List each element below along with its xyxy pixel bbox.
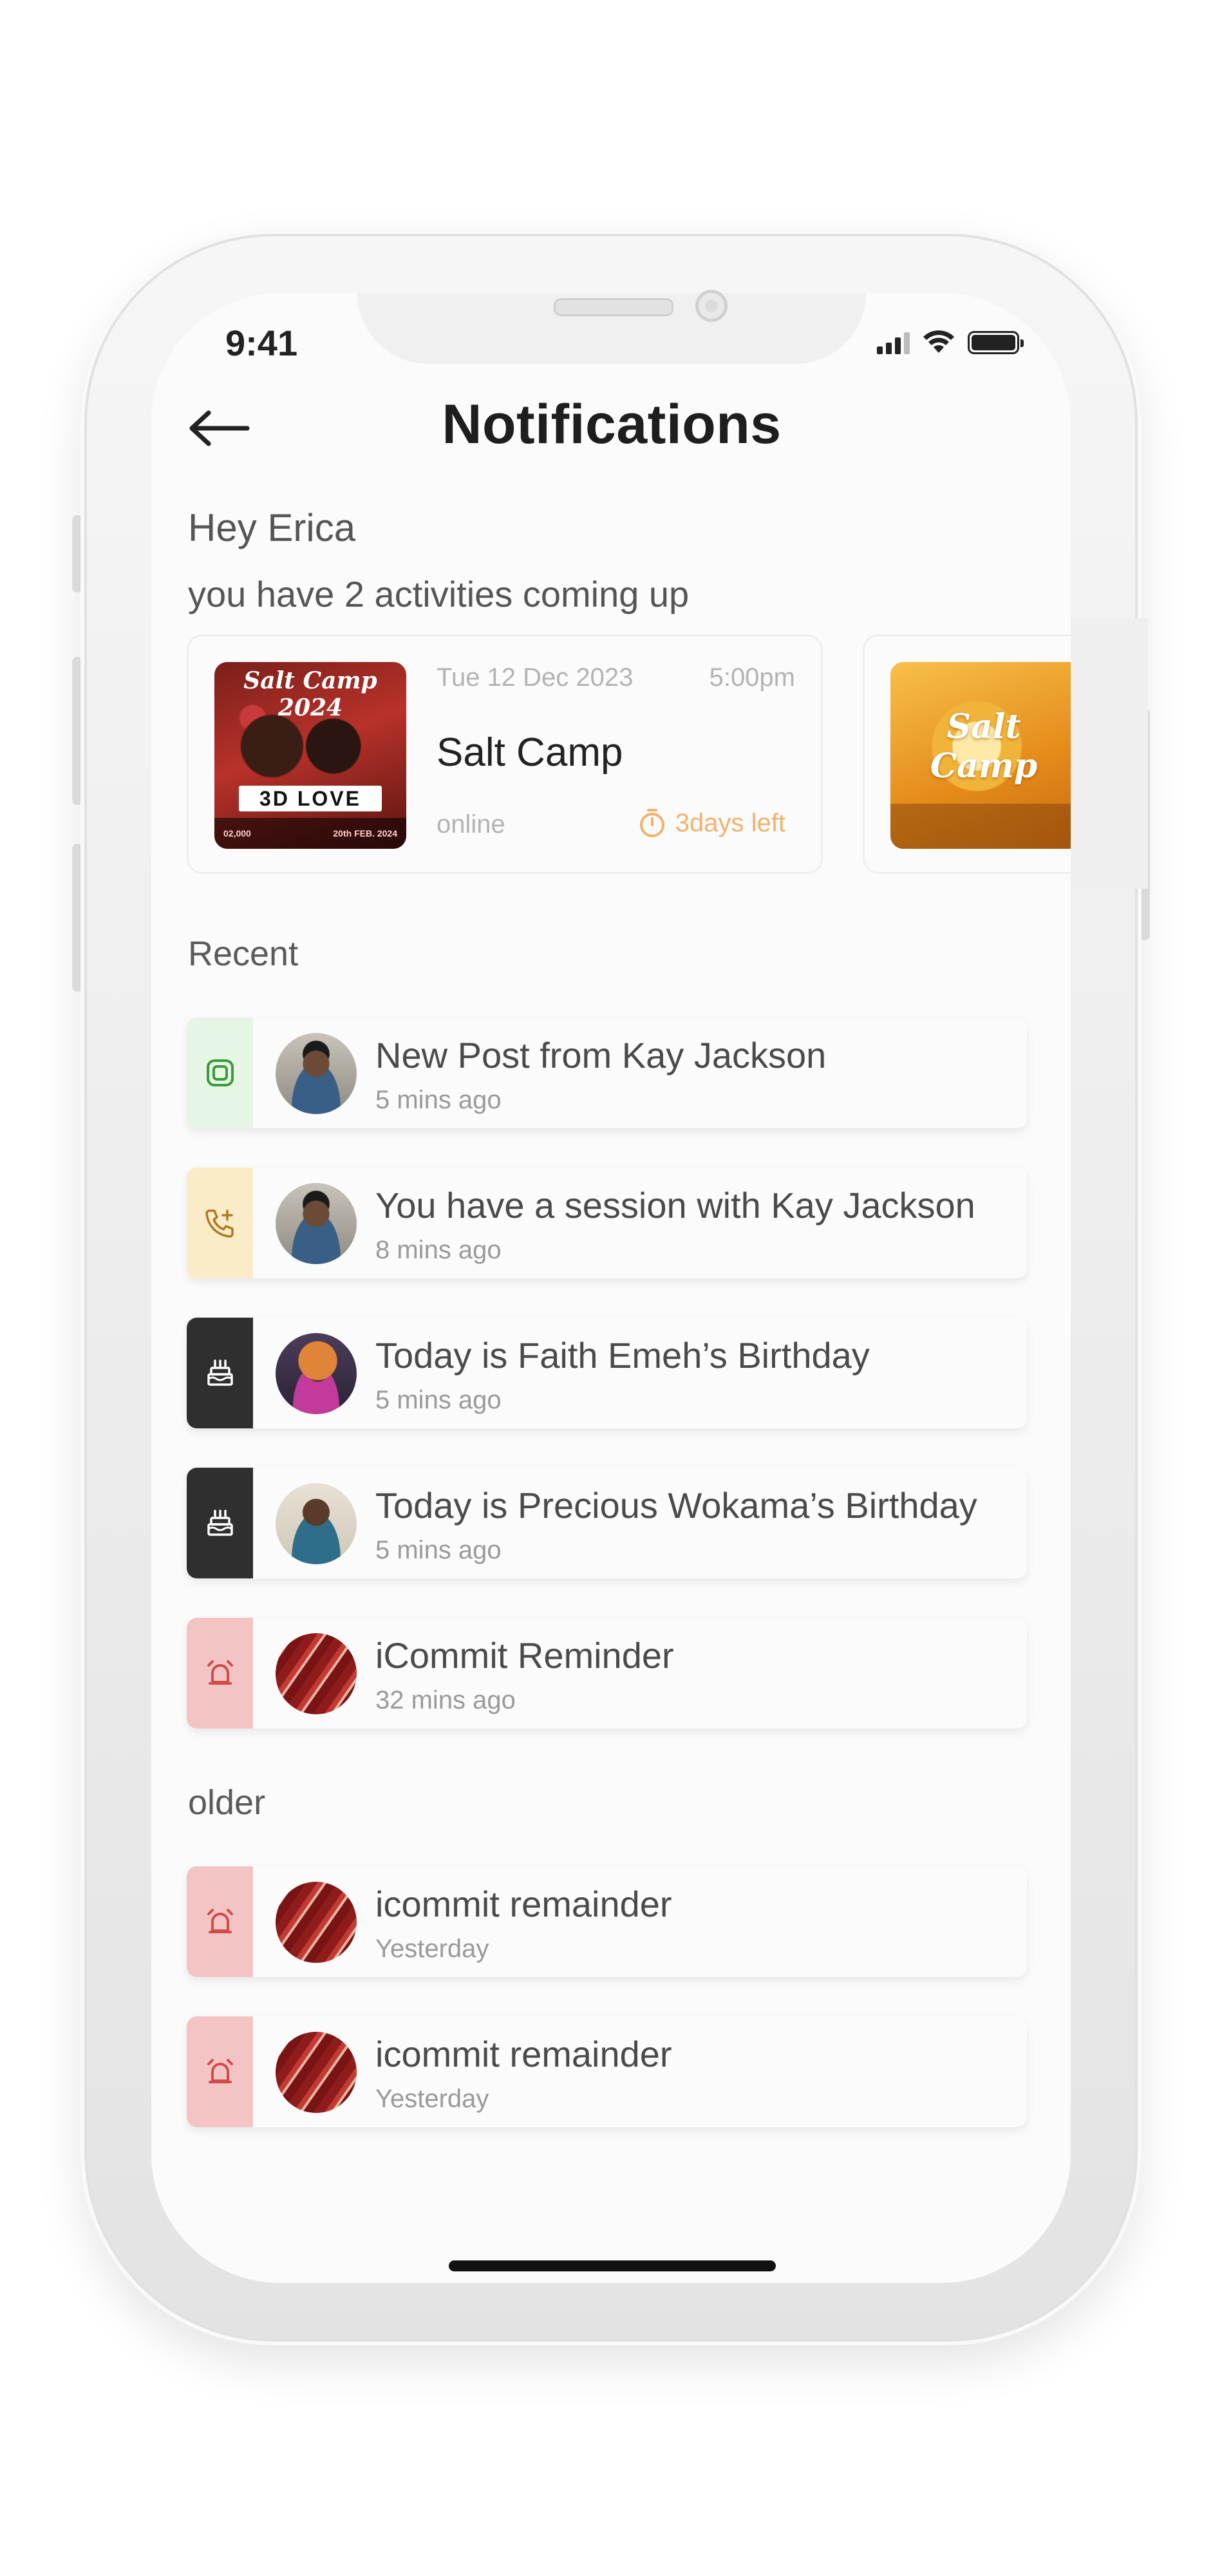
device-mockup: 9:41 Notifications Hey Erica you have 2 … — [0, 0, 1222, 2576]
notification-time: Yesterday — [375, 1935, 489, 1963]
notification-title: Today is Faith Emeh’s Birthday — [375, 1335, 870, 1376]
cake-icon — [207, 1359, 233, 1386]
wifi-icon — [923, 330, 954, 353]
notification-item[interactable]: Today is Faith Emeh’s Birthday 5 mins ag… — [187, 1318, 1027, 1428]
notification-item[interactable]: iCommit Reminder 32 mins ago — [187, 1618, 1027, 1728]
notification-title: icommit remainder — [375, 2034, 672, 2074]
avatar — [276, 2032, 357, 2113]
activity-card[interactable]: Salt Camp 2024 3D LOVE 02,000 20th FEB. … — [187, 634, 823, 874]
status-time: 9:41 — [225, 323, 298, 363]
notification-item[interactable]: icommit remainder Yesterday — [187, 2016, 1027, 2127]
notification-time: 8 mins ago — [375, 1236, 502, 1264]
notification-title: Today is Precious Wokama’s Birthday — [375, 1485, 977, 1526]
notification-item[interactable]: You have a session with Kay Jackson 8 mi… — [187, 1168, 1027, 1278]
notification-item[interactable]: icommit remainder Yesterday — [187, 1866, 1027, 1977]
notification-badge — [187, 1618, 253, 1728]
alarm-icon — [207, 1660, 233, 1685]
home-indicator[interactable] — [449, 2260, 776, 2271]
avatar — [276, 1183, 357, 1264]
notification-title: You have a session with Kay Jackson — [375, 1185, 975, 1226]
activities-summary: you have 2 activities coming up — [188, 574, 690, 614]
page-title: Notifications — [442, 393, 782, 455]
section-older: older — [188, 1783, 266, 1822]
section-recent: Recent — [188, 934, 299, 973]
poster-price: 02,000 — [223, 828, 251, 838]
screen-edge-mask — [1071, 618, 1148, 889]
phone-add-icon — [205, 1209, 234, 1238]
notification-badge — [187, 2016, 253, 2127]
event-mode: online — [437, 810, 505, 838]
post-icon — [206, 1059, 234, 1086]
event-title: Salt Camp — [437, 730, 623, 775]
avatar — [276, 1633, 357, 1714]
notification-item[interactable]: Today is Precious Wokama’s Birthday 5 mi… — [187, 1468, 1027, 1578]
event-countdown: 3days left — [638, 808, 785, 838]
poster-tagline: 3D LOVE — [239, 786, 382, 811]
avatar — [276, 1882, 357, 1963]
countdown-text: 3days left — [675, 808, 785, 837]
avatar — [276, 1483, 357, 1564]
notification-badge — [187, 1168, 253, 1278]
event-date: Tue 12 Dec 2023 — [437, 663, 634, 692]
notification-badge — [187, 1468, 253, 1578]
poster-logo: Salt Camp — [930, 707, 1038, 786]
notification-badge — [187, 1866, 253, 1977]
speaker-grille — [554, 298, 673, 316]
notification-title: New Post from Kay Jackson — [375, 1035, 827, 1075]
avatar — [276, 1033, 357, 1114]
notification-title: icommit remainder — [375, 1884, 672, 1924]
poster-footer — [890, 804, 1082, 849]
notification-time: 5 mins ago — [375, 1386, 502, 1414]
stopwatch-icon — [639, 809, 664, 837]
notification-badge — [187, 1318, 253, 1428]
poster-date: 20th FEB. 2024 — [333, 828, 397, 838]
arrow-left-icon — [189, 410, 250, 446]
back-button[interactable] — [183, 399, 254, 457]
front-camera — [695, 290, 728, 322]
notification-item[interactable]: New Post from Kay Jackson 5 mins ago — [187, 1018, 1027, 1128]
event-time: 5:00pm — [709, 663, 795, 692]
alarm-icon — [207, 2059, 233, 2083]
signal-icon — [877, 332, 910, 354]
notification-title: iCommit Reminder — [375, 1635, 674, 1676]
greeting: Hey Erica — [188, 506, 356, 549]
notification-badge — [187, 1018, 253, 1128]
notification-time: 32 mins ago — [375, 1686, 516, 1714]
event-poster: Salt Camp — [890, 662, 1082, 849]
event-poster: Salt Camp 2024 3D LOVE 02,000 20th FEB. … — [214, 662, 406, 849]
notification-time: 5 mins ago — [375, 1536, 502, 1564]
avatar — [276, 1333, 357, 1414]
notification-time: Yesterday — [375, 2085, 489, 2113]
battery-icon — [968, 331, 1024, 354]
poster-title: Salt Camp 2024 — [243, 667, 377, 721]
status-icons — [877, 330, 1024, 354]
alarm-icon — [207, 1909, 233, 1933]
notification-time: 5 mins ago — [375, 1086, 502, 1114]
cake-icon — [207, 1510, 233, 1536]
poster-footer: 02,000 20th FEB. 2024 — [214, 818, 406, 849]
